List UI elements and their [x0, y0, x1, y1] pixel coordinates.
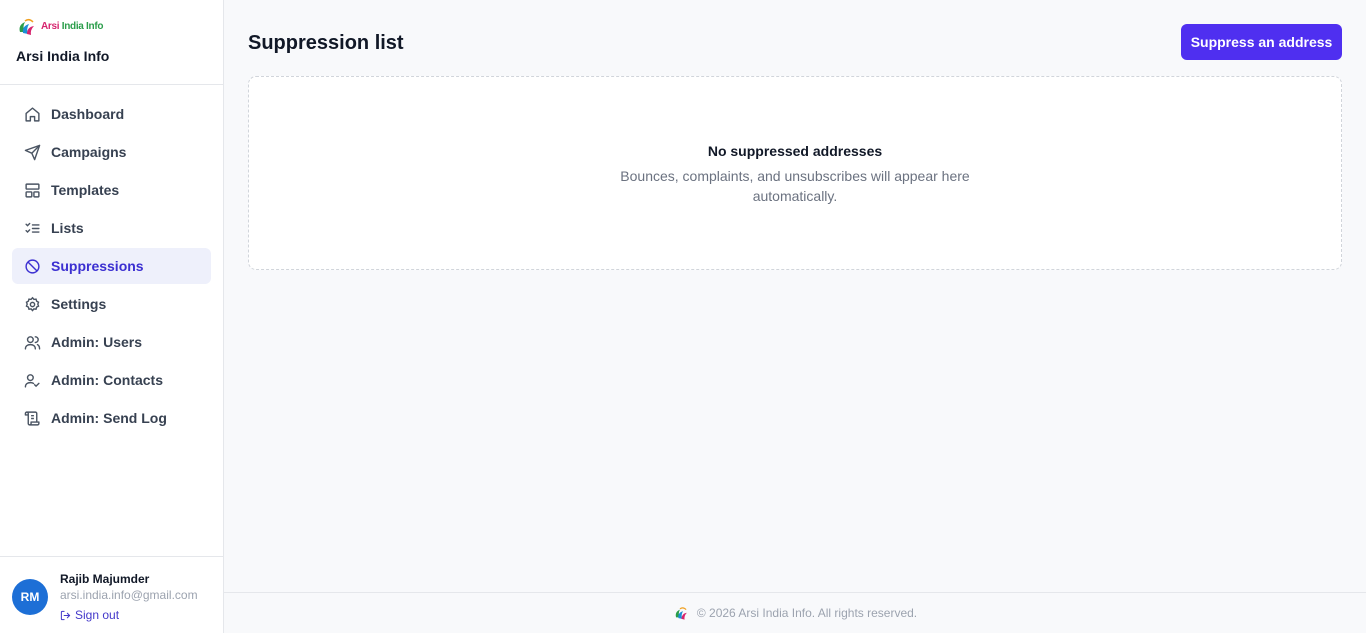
sidebar-item-label: Dashboard [51, 106, 125, 122]
sidebar-item-label: Templates [51, 182, 120, 198]
brand-name: Arsi India Info [16, 48, 110, 64]
sign-out-label: Sign out [75, 608, 120, 622]
sidebar-item-dashboard[interactable]: Dashboard [12, 96, 211, 132]
sidebar-item-label: Suppressions [51, 258, 144, 274]
suppress-address-button[interactable]: Suppress an address [1181, 24, 1342, 60]
sidebar-nav: Dashboard Campaigns Templates Lists Supp… [0, 85, 223, 436]
sidebar-item-admin-contacts[interactable]: Admin: Contacts [12, 362, 211, 398]
brand-logo[interactable]: Arsi India Info [16, 15, 223, 39]
sidebar-item-lists[interactable]: Lists [12, 210, 211, 246]
brand-header: Arsi India Info Arsi India Info [0, 0, 223, 85]
list-checks-icon [23, 219, 41, 237]
user-email: arsi.india.info@gmail.com [60, 588, 198, 602]
send-icon [23, 143, 41, 161]
ban-icon [23, 257, 41, 275]
sidebar-item-label: Admin: Send Log [51, 410, 167, 426]
user-name: Rajib Majumder [60, 572, 150, 586]
sign-out-icon [60, 610, 71, 620]
user-panel: RM Rajib Majumder arsi.india.info@gmail.… [0, 556, 223, 633]
page-title: Suppression list [248, 32, 404, 54]
empty-state-card: No suppressed addresses Bounces, complai… [248, 76, 1342, 270]
main-content: Suppression list Suppress an address No … [224, 0, 1366, 633]
empty-state-description: Bounces, complaints, and unsubscribes wi… [620, 168, 970, 204]
user-check-icon [23, 371, 41, 389]
sidebar: Arsi India Info Arsi India Info Dashboar… [0, 0, 224, 633]
users-icon [23, 333, 41, 351]
sidebar-item-admin-users[interactable]: Admin: Users [12, 324, 211, 360]
footer-copyright: © 2026 Arsi India Info. All rights reser… [696, 606, 918, 620]
layout-icon [23, 181, 41, 199]
footer-logo-icon [675, 606, 687, 620]
sidebar-item-label: Admin: Contacts [51, 372, 163, 388]
logo-mark-icon [19, 18, 34, 35]
sidebar-item-label: Admin: Users [51, 334, 143, 350]
sidebar-item-label: Lists [51, 220, 84, 236]
sign-out-link[interactable]: Sign out [60, 607, 198, 623]
sidebar-item-settings[interactable]: Settings [12, 286, 211, 322]
gear-icon [23, 295, 41, 313]
sidebar-item-admin-send-log[interactable]: Admin: Send Log [12, 400, 211, 436]
avatar[interactable]: RM [12, 579, 48, 615]
sidebar-item-label: Campaigns [51, 144, 127, 160]
sidebar-item-label: Settings [51, 296, 107, 312]
home-icon [23, 105, 41, 123]
page-footer: © 2026 Arsi India Info. All rights reser… [224, 592, 1366, 633]
sidebar-item-templates[interactable]: Templates [12, 172, 211, 208]
empty-state-title: No suppressed addresses [707, 143, 883, 159]
logo-wordmark: Arsi India Info [41, 21, 104, 32]
scroll-icon [23, 409, 41, 427]
sidebar-item-campaigns[interactable]: Campaigns [12, 134, 211, 170]
user-info: Rajib Majumder arsi.india.info@gmail.com… [60, 571, 198, 633]
sidebar-item-suppressions[interactable]: Suppressions [12, 248, 211, 284]
